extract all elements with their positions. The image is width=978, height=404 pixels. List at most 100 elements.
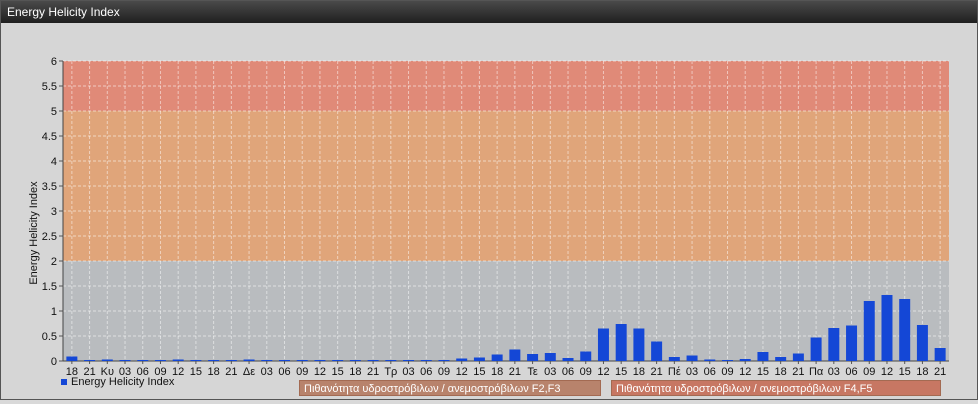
bar	[615, 324, 627, 361]
y-tick-label: 1	[51, 306, 57, 318]
bar	[332, 360, 344, 361]
bar	[527, 354, 539, 361]
bar	[225, 360, 237, 361]
x-tick-label: 15	[332, 366, 344, 378]
x-tick-label: 09	[580, 366, 592, 378]
x-tick-label: Πέ	[668, 366, 681, 378]
x-tick-label: 12	[739, 366, 751, 378]
y-tick-label: 0.5	[42, 331, 57, 343]
legend-swatch	[61, 379, 67, 385]
bar	[810, 337, 822, 361]
bar	[651, 341, 663, 361]
y-tick-label: 0	[51, 356, 57, 368]
x-tick-label: Τε	[527, 366, 538, 378]
y-tick-label: 5	[51, 106, 57, 118]
bar	[757, 352, 769, 361]
bar	[261, 360, 273, 361]
bar	[704, 359, 716, 361]
y-tick-label: 3.5	[42, 181, 57, 193]
bar	[686, 355, 698, 361]
x-tick-label: 15	[190, 366, 202, 378]
x-tick-label: 18	[491, 366, 503, 378]
x-tick-label: 09	[296, 366, 308, 378]
x-tick-label: 18	[916, 366, 928, 378]
x-tick-label: 21	[792, 366, 804, 378]
bar	[279, 360, 290, 361]
bar	[208, 360, 220, 361]
x-tick-label: 21	[509, 366, 521, 378]
bar	[137, 360, 149, 361]
x-tick-label: 09	[438, 366, 450, 378]
x-tick-label: 21	[934, 366, 946, 378]
bar	[367, 360, 379, 361]
x-tick-label: 18	[349, 366, 361, 378]
x-tick-label: 15	[473, 366, 485, 378]
bar	[420, 360, 432, 361]
risk-legend-f4-f5: Πιθανότητα υδροστρόβιλων / ανεμοστρόβιλω…	[611, 380, 941, 396]
x-tick-label: 12	[456, 366, 468, 378]
x-tick-label: 03	[261, 366, 273, 378]
x-tick-label: 15	[757, 366, 769, 378]
bar	[792, 353, 804, 361]
bar	[828, 328, 840, 361]
bar	[473, 357, 485, 361]
bar	[562, 358, 574, 361]
bar	[846, 325, 858, 361]
x-tick-label: 12	[597, 366, 609, 378]
bar	[385, 360, 397, 361]
bar	[403, 360, 415, 361]
x-tick-label: 18	[207, 366, 219, 378]
x-tick-label: 12	[314, 366, 326, 378]
y-tick-label: 1.5	[42, 281, 57, 293]
bar	[633, 328, 645, 361]
y-tick-label: 3	[51, 206, 57, 218]
bar	[101, 359, 113, 361]
bar	[119, 360, 131, 361]
x-tick-label: 21	[650, 366, 662, 378]
x-tick-label: 03	[402, 366, 414, 378]
y-tick-label: 6	[51, 56, 57, 68]
bar	[172, 359, 184, 361]
x-tick-label: 06	[278, 366, 290, 378]
chart-window: Energy Helicity Index 0 0.5 1 1.5 2 2.5 3 3.5 4 4…	[0, 0, 978, 400]
x-tick-label: 06	[420, 366, 432, 378]
y-tick-label: 2.5	[42, 231, 57, 243]
bar	[722, 360, 733, 361]
ehi-bar-chart: 0 0.5 1 1.5 2 2.5 3 3.5 4 4.5 5 5.5 6 Energy Helicity…	[28, 56, 949, 378]
bar	[349, 360, 361, 361]
bar	[190, 360, 202, 361]
x-tick-label: 15	[899, 366, 911, 378]
bar	[544, 353, 556, 361]
bar	[934, 348, 946, 361]
x-tick-label: 06	[704, 366, 716, 378]
bar	[154, 360, 166, 361]
x-tick-label: 06	[562, 366, 574, 378]
legend-label: Energy Helicity Index	[71, 376, 175, 388]
x-tick-label: 18	[633, 366, 645, 378]
y-tick-label: 4.5	[42, 131, 57, 143]
x-tick-label: 21	[367, 366, 379, 378]
bar	[668, 357, 680, 361]
x-tick-label: 03	[686, 366, 698, 378]
bar	[916, 325, 928, 361]
x-tick-label: 12	[881, 366, 893, 378]
series-legend[interactable]: Energy Helicity Index	[61, 376, 174, 388]
chart-area: 0 0.5 1 1.5 2 2.5 3 3.5 4 4.5 5 5.5 6 Energy Helicity…	[1, 23, 977, 399]
bar	[863, 301, 875, 361]
y-tick-label: 2	[51, 256, 57, 268]
bar	[775, 357, 787, 361]
y-tick-label: 5.5	[42, 81, 57, 93]
x-tick-label: 09	[721, 366, 733, 378]
x-tick-label: 09	[863, 366, 875, 378]
bar	[597, 328, 609, 361]
x-tick-label: 21	[225, 366, 237, 378]
x-tick-label: Τρ	[384, 366, 397, 378]
bar	[580, 351, 592, 361]
x-tick-label: 03	[828, 366, 840, 378]
bar	[84, 360, 96, 361]
bar	[66, 356, 78, 361]
x-tick-label: 03	[544, 366, 556, 378]
window-title: Energy Helicity Index	[1, 1, 977, 23]
risk-legend-f2-f3: Πιθανότητα υδροστρόβιλων / ανεμοστρόβιλω…	[299, 380, 601, 396]
x-tick-label: 06	[845, 366, 857, 378]
